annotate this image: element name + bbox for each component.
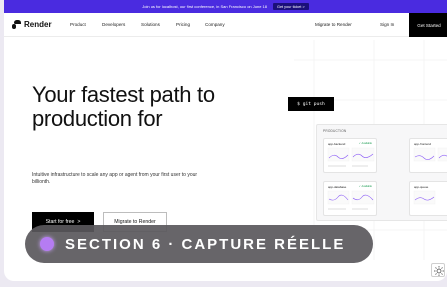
brand-name: Render [24,20,52,29]
service-card[interactable]: app-database ✓ Available [323,181,377,216]
hero-title: Your fastest path to production for [32,82,215,131]
section-caption: SECTION 6 · CAPTURE RÉELLE [65,236,346,253]
banner-text: Join us for localhost, our first confere… [142,4,267,9]
migrate-link[interactable]: Migrate to Render [315,22,352,27]
get-started-button[interactable]: Get Started [409,13,447,37]
nav-item-developers[interactable]: Developers [102,22,125,27]
render-logo-icon [12,20,21,29]
sparkline [413,147,447,162]
sparkline [413,190,436,205]
service-card[interactable]: app-backend ✓ Available [323,138,377,173]
nav-item-company[interactable]: Company [205,22,225,27]
production-panel: PRODUCTION app-backend ✓ Available app-f… [316,124,447,221]
nav-item-product[interactable]: Product [70,22,86,27]
brand-logo[interactable]: Render [12,20,52,29]
sign-in-link[interactable]: Sign In [380,22,394,27]
announcement-banner: Join us for localhost, our first confere… [4,0,447,13]
service-card[interactable]: app-frontend [409,138,447,173]
section-caption-overlay: SECTION 6 · CAPTURE RÉELLE [25,225,373,263]
service-card[interactable]: app-queue [409,181,447,216]
git-push-terminal: $ git push [288,97,334,111]
nav-item-pricing[interactable]: Pricing [176,22,190,27]
theme-toggle-button[interactable] [431,263,445,277]
sparkline [327,190,375,210]
get-ticket-button[interactable]: Get your ticket > [272,3,309,10]
panel-label: PRODUCTION [323,129,347,133]
sun-icon [434,266,444,276]
dot-icon [40,237,54,251]
sparkline [327,147,375,167]
hero-subtitle: Intuitive infrastructure to scale any ap… [32,172,198,185]
nav-item-solutions[interactable]: Solutions [141,22,160,27]
top-nav: Render Product Developers Solutions Pric… [4,13,447,37]
